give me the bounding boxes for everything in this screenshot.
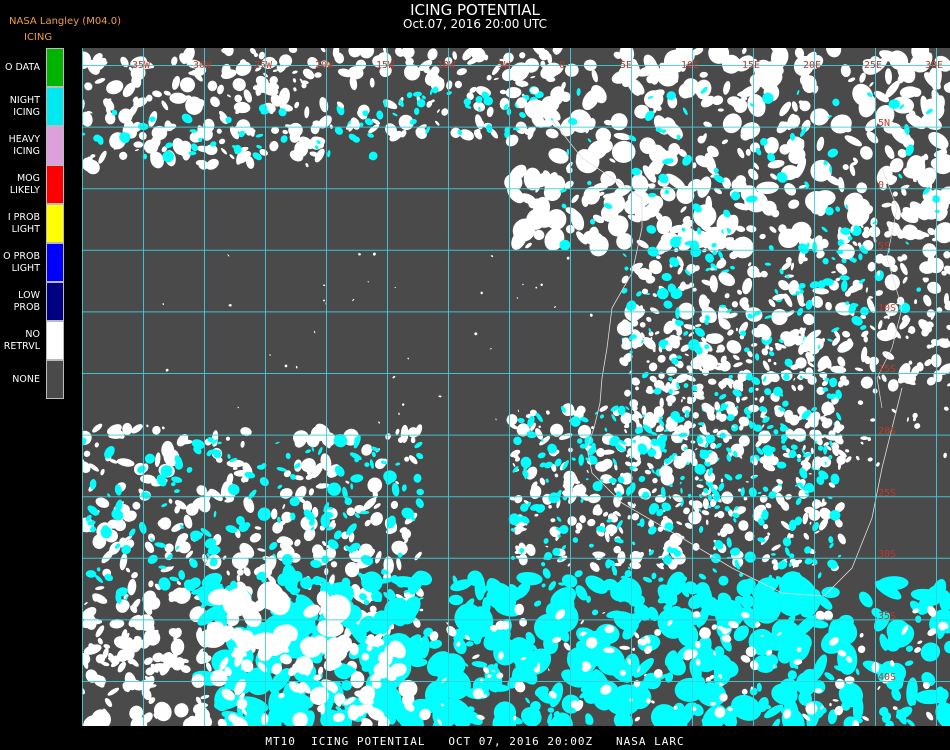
legend-swatch [46,48,64,87]
map-canvas [82,48,950,726]
longitude-label: 15W [376,60,395,71]
latitude-label: 5S [878,241,891,253]
cloud-specks-ocean [146,252,593,430]
legend-swatch [46,360,64,399]
longitude-label: 0 [559,60,566,71]
latitude-label: 35S [878,610,897,622]
legend-swatch [46,243,64,282]
latitude-label: 15S [878,364,897,376]
legend-item-label: O DATA [5,61,40,73]
legend-swatch [46,204,64,243]
legend-swatch [46,126,64,165]
legend-item-label: MOG LIKELY [9,172,40,196]
latitude-label: 30S [878,549,897,561]
longitude-label: 25E [864,60,883,71]
latitude-label: 20S [878,426,897,437]
legend-item: O PROB LIGHT [0,243,66,282]
latitude-label: 10S [878,302,897,314]
producer-label: NASA Langley (M04.0) [9,16,121,27]
legend-item: O DATA [0,48,66,87]
latitude-label: 40S [878,672,897,684]
legend-item: NIGHT ICING [0,87,66,126]
legend-swatch [46,282,64,321]
legend-item-label: NIGHT ICING [9,94,40,118]
longitude-label: 15E [742,60,761,71]
legend-item-label: LOW PROB [13,289,40,313]
longitude-label: 5W [498,60,511,71]
legend-swatch [46,165,64,204]
legend-swatch [46,321,64,360]
legend-item: I PROB LIGHT [0,204,66,243]
satellite-map[interactable]: 35W 30W 25W 20W 15W 10W 5W 0 5E 10E 15E 20E 25E 30E 35… [82,48,950,726]
legend-item: NONE [0,360,66,399]
footer-caption: MT10 ICING POTENTIAL OCT 07, 2016 20:00Z… [265,735,685,748]
legend-item: MOG LIKELY [0,165,66,204]
longitude-label: 10E [681,60,700,71]
legend-item: LOW PROB [0,282,66,321]
longitude-label: 10W [437,60,456,71]
longitude-label: 20W [315,60,334,71]
longitude-label: 25W [254,60,273,71]
latitude-label: 5N [878,118,891,129]
legend-item-label: I PROB LIGHT [7,211,40,235]
legend-item-label: NONE [12,373,40,385]
legend-item-label: HEAVY ICING [8,133,40,157]
longitude-label: 20E [803,60,822,71]
longitude-label: 5E [620,60,633,71]
latitude-label: 0 [878,179,885,191]
longitude-label: 30E [925,60,944,71]
map-subtitle: Oct.07, 2016 20:00 UTC [403,17,547,31]
legend-item-label: O PROB LIGHT [3,250,40,274]
longitude-label: 35W [132,60,151,71]
legend-swatch [46,87,64,126]
legend-item: HEAVY ICING [0,126,66,165]
latitude-label: 25S [878,487,897,499]
legend-item: NO RETRVL [0,321,66,360]
legend-title: ICING [24,32,53,43]
legend-item-label: NO RETRVL [3,328,40,352]
longitude-label: 30W [193,60,212,71]
